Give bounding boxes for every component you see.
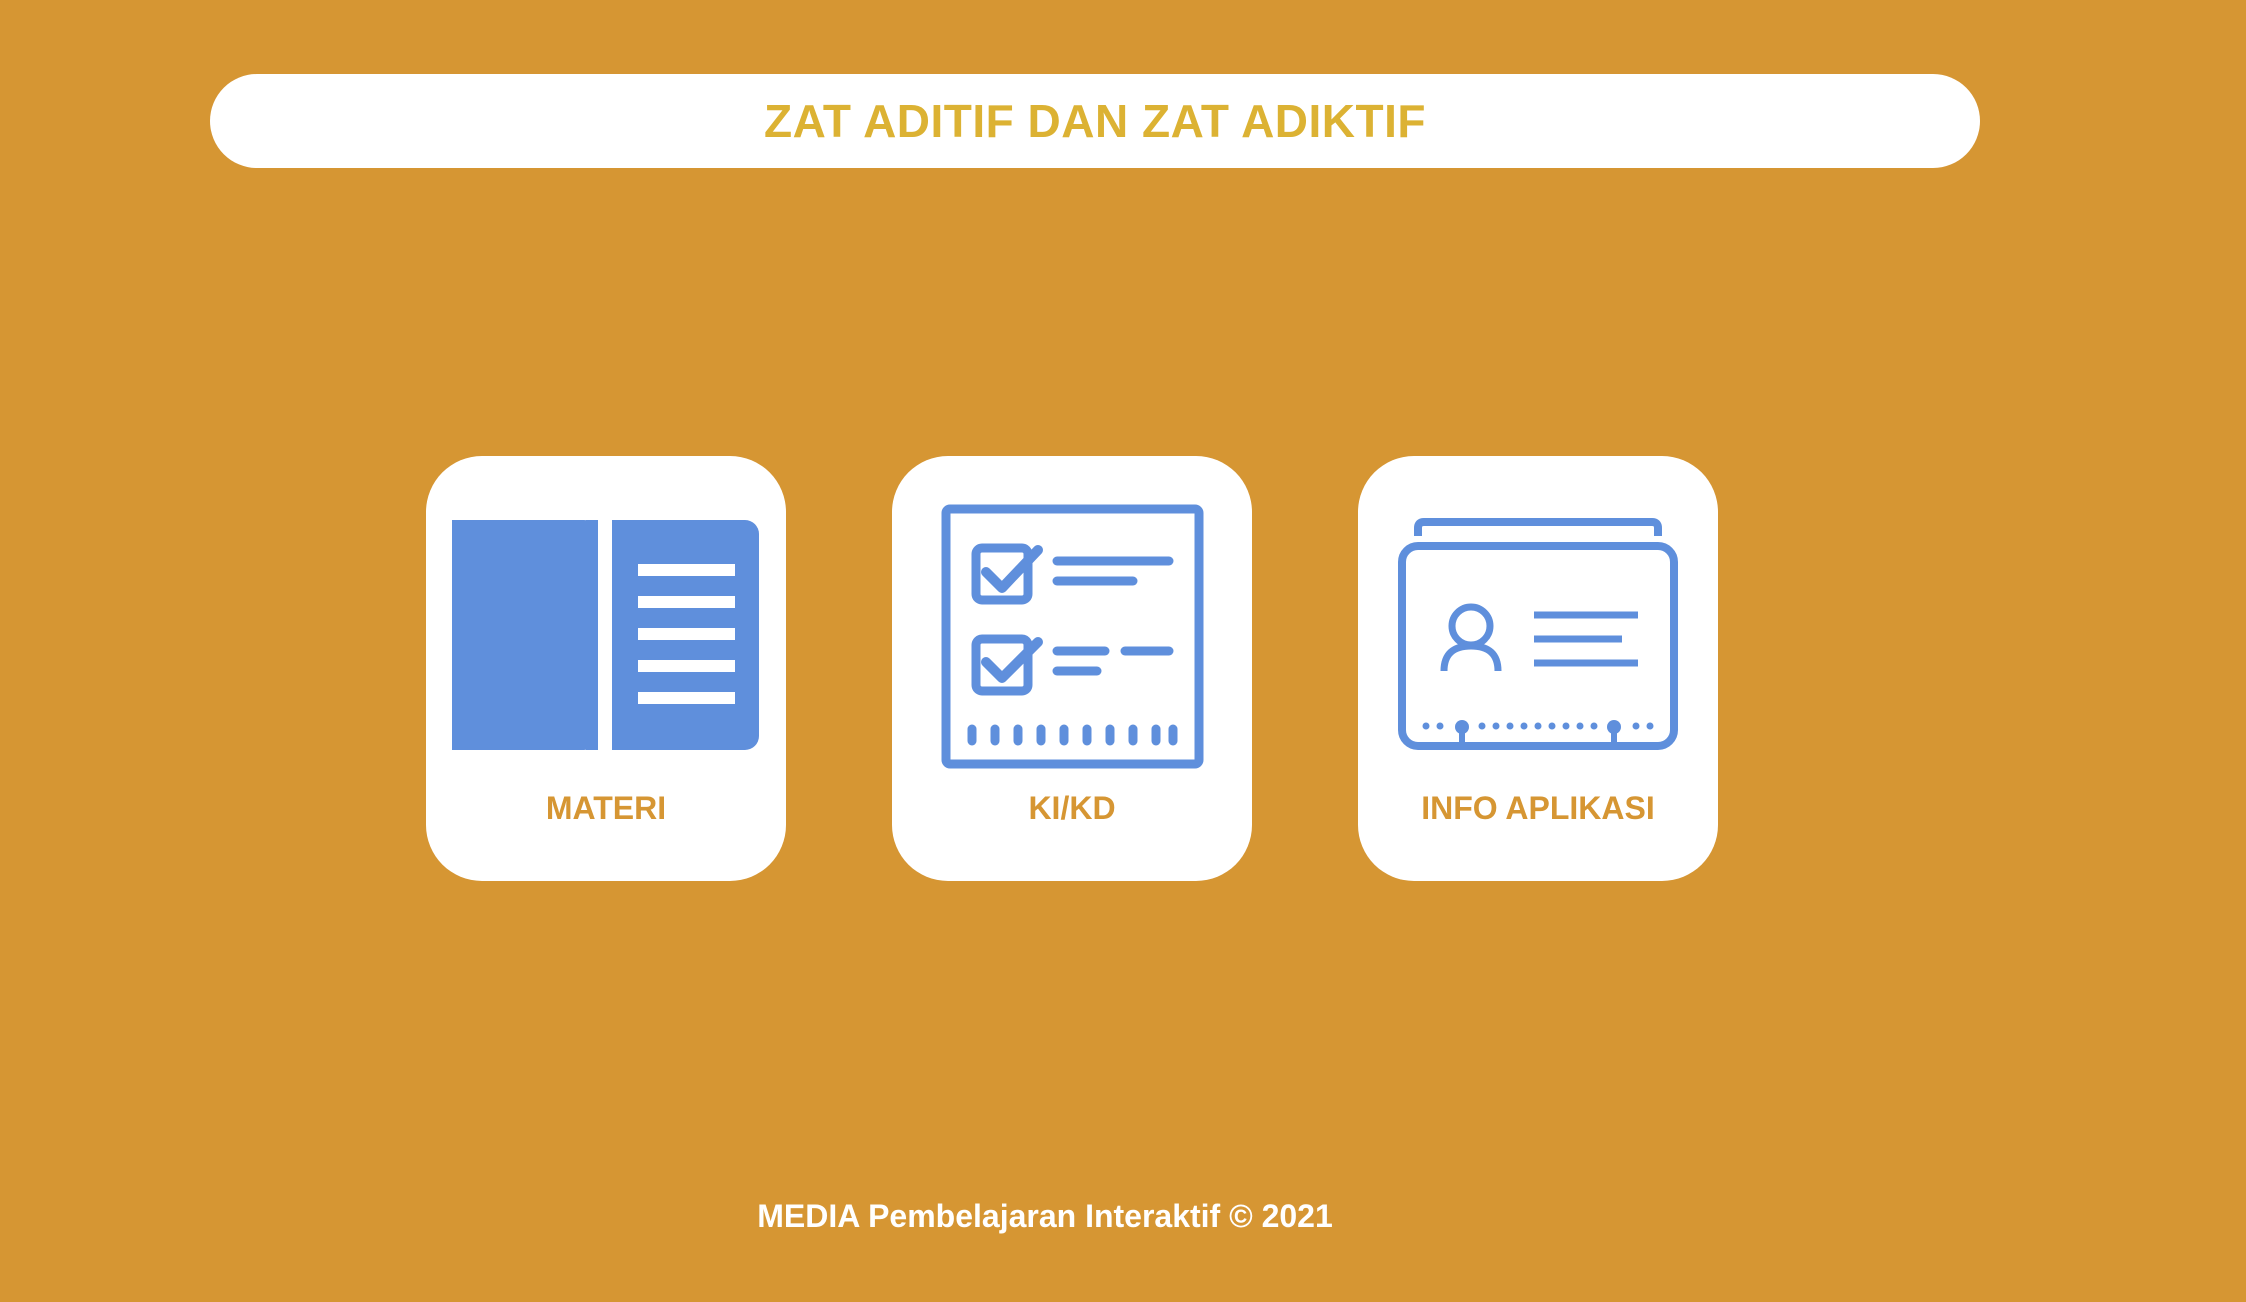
title-bar: ZAT ADITIF DAN ZAT ADIKTIF	[210, 74, 1980, 168]
id-card-icon	[1398, 518, 1678, 750]
kikd-button[interactable]: KI/KD	[892, 456, 1252, 881]
info-aplikasi-label: INFO APLIKASI	[1421, 790, 1655, 826]
info-aplikasi-button[interactable]: INFO APLIKASI	[1358, 456, 1718, 881]
page-title: ZAT ADITIF DAN ZAT ADIKTIF	[764, 95, 1426, 147]
kikd-label: KI/KD	[1028, 790, 1116, 826]
checklist-icon	[941, 504, 1204, 769]
book-icon	[452, 520, 759, 750]
materi-button[interactable]: MATERI	[426, 456, 786, 881]
footer-copyright: MEDIA Pembelajaran Interaktif © 2021	[757, 1198, 1333, 1234]
materi-label: MATERI	[545, 790, 667, 826]
